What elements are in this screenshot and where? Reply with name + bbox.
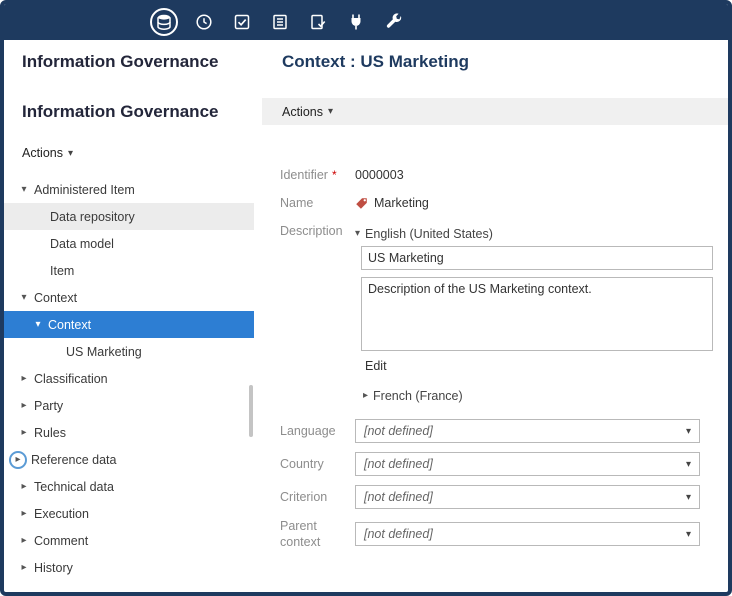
content-actions-menu[interactable]: Actions xyxy=(282,105,333,119)
chevron-down-icon xyxy=(355,228,360,239)
sidebar: Information Governance Information Gover… xyxy=(4,40,254,592)
chevron-down-icon[interactable] xyxy=(18,292,30,303)
language-select[interactable]: [not defined] xyxy=(355,419,700,443)
locale-french-label: French (France) xyxy=(373,389,463,403)
content-title: Context : US Marketing xyxy=(282,52,728,72)
parent-context-select[interactable]: [not defined] xyxy=(355,522,700,546)
description-title-input[interactable] xyxy=(361,246,713,270)
sidebar-item-us-marketing[interactable]: US Marketing xyxy=(4,338,254,365)
sidebar-item-history[interactable]: History xyxy=(4,554,254,581)
workspace-title: Information Governance xyxy=(22,102,254,122)
sidebar-item-comment[interactable]: Comment xyxy=(4,527,254,554)
sidebar-item-context-group[interactable]: Context xyxy=(4,284,254,311)
chevron-right-icon[interactable] xyxy=(18,508,30,519)
sidebar-item-technical-data[interactable]: Technical data xyxy=(4,473,254,500)
sidebar-item-item[interactable]: Item xyxy=(4,257,254,284)
content-actions-bar: Actions xyxy=(262,98,728,125)
description-text-area[interactable]: Description of the US Marketing context. xyxy=(361,277,713,351)
description-label: Description xyxy=(280,223,355,239)
record-form: Identifier * 0000003 Name xyxy=(262,167,728,550)
page-title: Information Governance xyxy=(22,52,254,72)
sidebar-tree: Administered Item Data repository Data m… xyxy=(4,176,254,581)
sidebar-actions-label: Actions xyxy=(22,146,63,160)
locale-english-label: English (United States) xyxy=(365,227,493,241)
chevron-down-icon xyxy=(686,492,691,503)
chevron-right-icon[interactable] xyxy=(18,400,30,411)
sidebar-item-reference-data[interactable]: Reference data xyxy=(4,446,254,473)
chevron-right-icon xyxy=(363,390,368,401)
database-icon[interactable] xyxy=(150,8,178,36)
sidebar-item-data-model[interactable]: Data model xyxy=(4,230,254,257)
chevron-down-icon xyxy=(68,148,73,159)
name-row: Name Marketing xyxy=(280,195,728,211)
required-asterisk: * xyxy=(332,167,337,183)
sidebar-item-classification[interactable]: Classification xyxy=(4,365,254,392)
country-row: Country [not defined] xyxy=(280,452,728,476)
criterion-label: Criterion xyxy=(280,489,355,505)
app-window: Information Governance Information Gover… xyxy=(0,0,732,596)
parent-context-label: Parent context xyxy=(280,518,355,550)
chevron-down-icon[interactable] xyxy=(32,319,44,330)
wrench-icon[interactable] xyxy=(382,10,406,34)
description-row: Description English (United States) Desc… xyxy=(280,223,728,403)
sidebar-item-administered-item[interactable]: Administered Item xyxy=(4,176,254,203)
document-check-icon[interactable] xyxy=(306,10,330,34)
criterion-select[interactable]: [not defined] xyxy=(355,485,700,509)
identifier-label: Identifier * xyxy=(280,167,355,183)
clock-icon[interactable] xyxy=(192,10,216,34)
criterion-row: Criterion [not defined] xyxy=(280,485,728,509)
locale-english-toggle[interactable]: English (United States) xyxy=(355,227,493,241)
name-label: Name xyxy=(280,195,355,211)
chevron-right-icon[interactable] xyxy=(18,373,30,384)
chevron-right-icon[interactable] xyxy=(18,535,30,546)
plug-icon[interactable] xyxy=(344,10,368,34)
chevron-down-icon xyxy=(686,459,691,470)
language-row: Language [not defined] xyxy=(280,419,728,443)
topbar xyxy=(4,4,728,40)
annotation-circle xyxy=(9,451,27,469)
sidebar-item-context[interactable]: Context xyxy=(4,311,254,338)
tag-icon xyxy=(355,197,368,210)
catalog-icon[interactable] xyxy=(268,10,292,34)
sidebar-scrollbar[interactable] xyxy=(248,40,254,592)
chevron-right-icon[interactable] xyxy=(18,427,30,438)
sidebar-item-data-repository[interactable]: Data repository xyxy=(4,203,254,230)
chevron-right-icon[interactable] xyxy=(18,562,30,573)
chevron-right-icon[interactable] xyxy=(12,454,24,465)
chevron-down-icon xyxy=(686,426,691,437)
sidebar-item-rules[interactable]: Rules xyxy=(4,419,254,446)
country-select[interactable]: [not defined] xyxy=(355,452,700,476)
chevron-down-icon[interactable] xyxy=(18,184,30,195)
chevron-down-icon xyxy=(686,529,691,540)
locale-french-toggle[interactable]: French (France) xyxy=(363,389,463,403)
content-actions-label: Actions xyxy=(282,105,323,119)
chevron-down-icon xyxy=(328,106,333,117)
sidebar-item-party[interactable]: Party xyxy=(4,392,254,419)
scrollbar-thumb[interactable] xyxy=(249,385,253,437)
country-label: Country xyxy=(280,456,355,472)
edit-link[interactable]: Edit xyxy=(365,359,387,373)
language-label: Language xyxy=(280,423,355,439)
name-value: Marketing xyxy=(374,196,429,210)
name-value-group: Marketing xyxy=(355,196,429,210)
parent-context-row: Parent context [not defined] xyxy=(280,518,728,550)
description-body: English (United States) Description of t… xyxy=(355,223,728,403)
sidebar-actions-menu[interactable]: Actions xyxy=(22,146,73,160)
chevron-right-icon[interactable] xyxy=(18,481,30,492)
main-content: Context : US Marketing Actions Identifie… xyxy=(262,40,728,592)
sidebar-item-execution[interactable]: Execution xyxy=(4,500,254,527)
identifier-value: 0000003 xyxy=(355,168,404,182)
task-check-icon[interactable] xyxy=(230,10,254,34)
identifier-row: Identifier * 0000003 xyxy=(280,167,728,183)
